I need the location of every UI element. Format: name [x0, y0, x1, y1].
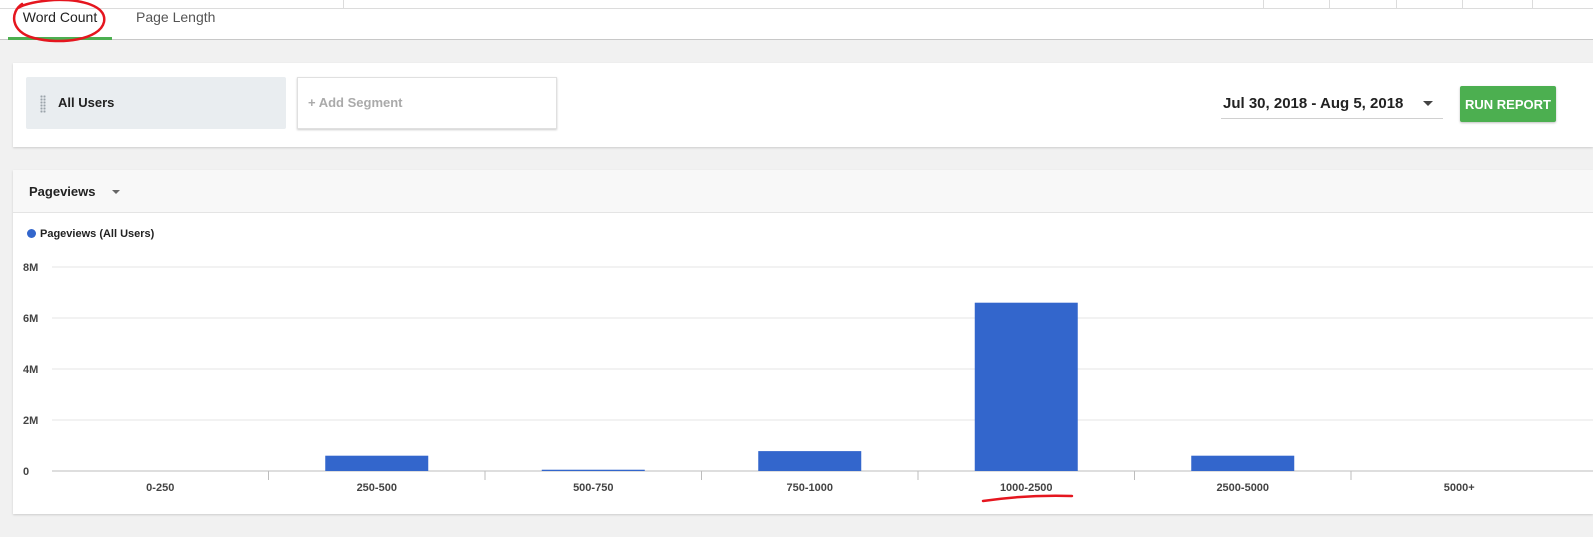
- tab-bar-divider: [1396, 0, 1397, 8]
- bar: [974, 302, 1078, 471]
- x-tick-label: 1000-2500: [1000, 482, 1053, 494]
- tab-bar-divider: [343, 0, 344, 8]
- segment-all-users-label: All Users: [58, 95, 115, 110]
- bar: [758, 451, 862, 471]
- tab-bar-top-border: [0, 8, 1593, 9]
- date-range-text: Jul 30, 2018 - Aug 5, 2018: [1223, 95, 1404, 112]
- tab-page-length[interactable]: Page Length: [136, 0, 215, 40]
- y-tick-label: 8M: [23, 262, 38, 274]
- segment-all-users[interactable]: All Users: [26, 77, 286, 129]
- y-tick-label: 2M: [23, 415, 38, 427]
- tab-word-count[interactable]: Word Count: [8, 0, 112, 40]
- segment-bar: All Users + Add Segment Jul 30, 2018 - A…: [13, 63, 1593, 147]
- report-tab-bar: Word Count Page Length: [0, 0, 1593, 40]
- y-tick-label: 0: [23, 466, 29, 478]
- chart-panel: Pageviews Pageviews (All Users) 0 2M 4M 6M 8…: [13, 170, 1593, 514]
- tab-bar-divider: [1329, 0, 1330, 8]
- x-tick-label: 750-1000: [787, 482, 834, 494]
- run-report-button[interactable]: RUN REPORT: [1460, 86, 1556, 122]
- bar: [541, 469, 645, 471]
- tab-bar-divider: [1532, 0, 1533, 8]
- active-tab-indicator: [8, 37, 112, 40]
- chevron-down-icon: [1423, 101, 1433, 106]
- tab-page-length-label: Page Length: [136, 9, 216, 25]
- bar: [1191, 455, 1295, 471]
- add-segment-button[interactable]: + Add Segment: [297, 77, 557, 129]
- bar: [325, 455, 429, 471]
- tab-word-count-label: Word Count: [22, 9, 98, 25]
- x-tick-label: 0-250: [146, 482, 174, 494]
- y-tick-label: 6M: [23, 313, 38, 325]
- add-segment-label: + Add Segment: [308, 95, 403, 110]
- x-tick-label: 250-500: [357, 482, 397, 494]
- x-tick-label: 2500-5000: [1216, 482, 1269, 494]
- x-tick-label: 5000+: [1444, 482, 1475, 494]
- date-range-picker[interactable]: Jul 30, 2018 - Aug 5, 2018: [1221, 93, 1443, 119]
- tab-bar-divider: [1462, 0, 1463, 8]
- pageviews-bar-chart: 0 2M 4M 6M 8M 0-250 250-500 500-750 750-1000 1000…: [23, 262, 1593, 494]
- drag-handle-icon[interactable]: [40, 95, 46, 113]
- tab-bar-divider: [1263, 0, 1264, 8]
- x-tick-label: 500-750: [573, 482, 613, 494]
- y-tick-label: 4M: [23, 364, 38, 376]
